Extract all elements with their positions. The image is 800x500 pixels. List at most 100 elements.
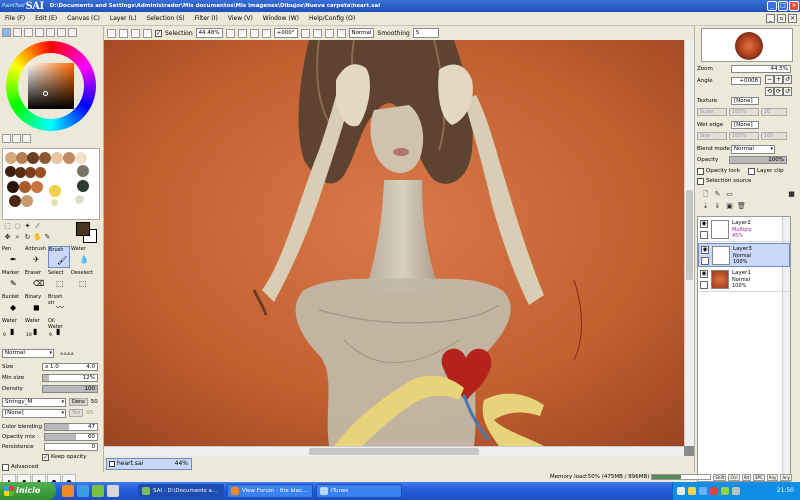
magic-wand-icon[interactable]: ✦	[23, 222, 32, 231]
swatch[interactable]	[51, 152, 63, 164]
swatch[interactable]	[39, 152, 51, 164]
brush-slot-8[interactable]: Bucket ◆	[2, 294, 24, 316]
opacity-slider[interactable]: 100%	[729, 156, 787, 164]
saturation-value-square[interactable]	[28, 63, 74, 109]
nav-angle-slider[interactable]: +0008	[731, 77, 761, 85]
rect-select-icon[interactable]: ⬚	[3, 222, 12, 231]
size-slider[interactable]: x 1.0 4.0	[42, 363, 98, 371]
menu-file[interactable]: File (F)	[0, 15, 30, 22]
doc-minimize-button[interactable]: _	[766, 14, 775, 23]
merge-down-icon[interactable]: ⇓	[713, 202, 722, 211]
deselect-button[interactable]	[131, 28, 140, 38]
brush-slot-13[interactable]: Water ▮ 10	[25, 318, 47, 340]
brush-slot-6[interactable]: Select ⬚	[48, 270, 70, 292]
brush-slot-1[interactable]: Airbrush ✈	[25, 246, 47, 268]
layer-lock-icon[interactable]	[700, 281, 708, 289]
keep-opacity-checkbox[interactable]: ✓	[42, 453, 49, 461]
opacity-mix-slider[interactable]: 60	[44, 433, 98, 441]
swatch[interactable]	[31, 181, 43, 193]
menu-layer[interactable]: Layer (L)	[105, 15, 142, 22]
show-desktop-icon[interactable]	[107, 485, 119, 497]
swatch[interactable]	[9, 195, 21, 207]
texture-scale-number[interactable]: 20	[761, 108, 787, 116]
visibility-eye-icon[interactable]: ◉	[700, 270, 708, 278]
maximize-button[interactable]: □	[778, 1, 788, 11]
rotate-icon[interactable]: ↻	[23, 233, 32, 242]
nav-zoom-slider[interactable]: 44.5%	[731, 65, 791, 73]
dens-value[interactable]: 50	[91, 399, 98, 405]
swatch[interactable]	[27, 152, 39, 164]
tray-network-icon[interactable]	[677, 487, 685, 495]
tray-volume-icon[interactable]	[699, 487, 707, 495]
menu-edit[interactable]: Edit (E)	[30, 15, 62, 22]
swatch-clear-button[interactable]	[22, 134, 31, 143]
swatch[interactable]	[21, 195, 33, 207]
invert-selection-button[interactable]	[143, 28, 152, 38]
brush-texture-select[interactable]: Stringy_M	[2, 397, 66, 407]
menu-view[interactable]: View (V)	[223, 15, 258, 22]
undo-button[interactable]	[107, 28, 116, 38]
brush-slot-7[interactable]: Deselect ⬚	[71, 270, 93, 292]
layer-lock-icon[interactable]	[700, 231, 708, 239]
wet-edge-select[interactable]: [None]	[731, 121, 759, 129]
brush-slot-0[interactable]: Pen ✒	[2, 246, 24, 268]
scratchpad-tab[interactable]	[57, 28, 66, 37]
doc-close-button[interactable]: ×	[788, 14, 797, 23]
stabilizer-mode-select[interactable]: Normal	[348, 28, 375, 38]
hand-icon[interactable]: ✋	[33, 233, 42, 242]
tray-antivirus-icon[interactable]	[710, 487, 718, 495]
color-wheel-tab[interactable]	[2, 28, 11, 37]
transfer-down-icon[interactable]: ⇣	[701, 202, 710, 211]
firefox-icon[interactable]	[62, 485, 74, 497]
canvas-artwork[interactable]	[104, 40, 684, 446]
tray-app-icon[interactable]	[721, 487, 729, 495]
brush-slot-5[interactable]: Eraser ⌫	[25, 270, 47, 292]
brush-texture2-select[interactable]: [None]	[2, 408, 66, 418]
task-browser[interactable]: View Forum - the blac...	[227, 484, 313, 498]
density-slider[interactable]: 100	[42, 385, 98, 393]
ie-icon[interactable]	[77, 485, 89, 497]
min-size-slider[interactable]: 12%	[42, 374, 98, 382]
menu-window[interactable]: Window (W)	[258, 15, 304, 22]
layer-row[interactable]: ◉ Layer1 Normal 100%	[698, 268, 790, 292]
selection-checkbox[interactable]: ✓	[155, 29, 162, 37]
delete-layer-icon[interactable]: 🗑	[737, 202, 746, 211]
brush-slot-9[interactable]: Binary ◼	[25, 294, 47, 316]
layer-lock-icon[interactable]	[701, 257, 709, 265]
nav-rotate-left-button[interactable]: ⟲	[765, 86, 774, 96]
persistence-slider[interactable]: 0	[44, 443, 98, 451]
layer-clip-checkbox[interactable]	[748, 167, 755, 175]
brush-blend-select[interactable]: Normal	[2, 348, 54, 358]
brush-slot-12[interactable]: Water ▮ 9	[2, 318, 24, 340]
nav-rotate-right-button[interactable]: ⟳	[774, 86, 783, 96]
texture-scale-value[interactable]: 100%	[729, 108, 759, 116]
lasso-icon[interactable]: ◌	[13, 222, 22, 231]
wet-edge-size-value[interactable]: 100%	[729, 132, 759, 140]
messenger-icon[interactable]	[92, 485, 104, 497]
task-itunes[interactable]: iTunes	[316, 484, 402, 498]
start-button[interactable]: Inicio	[0, 482, 56, 500]
menu-selection[interactable]: Selection (S)	[142, 15, 190, 22]
foreground-color-swatch[interactable]	[76, 222, 90, 236]
zoom-fit-button[interactable]	[261, 28, 271, 38]
rotate-right-button[interactable]	[312, 28, 322, 38]
tray-usb-icon[interactable]	[732, 487, 740, 495]
swatch[interactable]	[35, 167, 46, 178]
flip-horizontal-button[interactable]	[336, 28, 346, 38]
brush-slot-4[interactable]: Marker ✎	[2, 270, 24, 292]
swatches-tab[interactable]	[46, 28, 55, 37]
zoom-icon[interactable]: ⌕	[13, 233, 22, 242]
eyedropper-icon[interactable]: ⁄	[33, 222, 42, 231]
zoom-reset-button[interactable]	[249, 28, 259, 38]
wet-edge-size-number[interactable]: 100	[761, 132, 787, 140]
swatch[interactable]	[63, 152, 75, 164]
brush-slot-15[interactable]	[71, 318, 93, 340]
layer-texture-select[interactable]: [None]	[731, 97, 759, 105]
brush-slot-11[interactable]	[71, 294, 93, 316]
layer-row[interactable]: ◉ Layer3 Normal 100%	[698, 243, 790, 267]
doc-restore-button[interactable]: ▫	[777, 14, 786, 23]
visibility-eye-icon[interactable]: ◉	[700, 220, 708, 228]
advanced-checkbox[interactable]	[2, 463, 9, 471]
minimize-button[interactable]: _	[767, 1, 777, 11]
canvas-horizontal-scrollbar[interactable]	[104, 446, 684, 456]
